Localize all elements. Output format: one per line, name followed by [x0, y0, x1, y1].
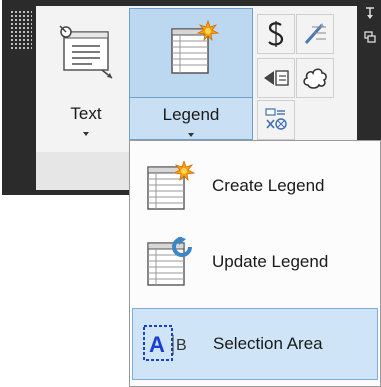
legend-dropdown-arrow-icon[interactable] — [188, 133, 194, 137]
wand-button[interactable] — [296, 14, 334, 54]
menu-item-update-legend[interactable]: Update Legend — [132, 227, 378, 299]
update-legend-icon — [147, 237, 192, 286]
text-icon — [59, 25, 113, 79]
legend-dropdown-menu: Create Legend Update Legend A B Selectio… — [129, 140, 381, 387]
wand-icon — [304, 23, 326, 44]
menu-item-label: Selection Area — [213, 334, 323, 353]
text-button-label: Text — [70, 104, 102, 123]
leader-arrow-icon — [264, 70, 289, 86]
label-tool-icon — [265, 108, 287, 130]
menu-item-create-legend[interactable]: Create Legend — [132, 151, 378, 223]
panel-grip[interactable] — [10, 10, 32, 50]
leader-arrow-button[interactable] — [257, 58, 295, 98]
panel-pin-icon[interactable] — [364, 6, 376, 22]
text-button[interactable]: Text — [44, 8, 128, 140]
svg-text:B: B — [176, 337, 187, 354]
menu-item-label: Create Legend — [212, 176, 325, 195]
create-legend-icon — [147, 161, 196, 210]
svg-text:A: A — [149, 332, 165, 357]
menu-item-label: Update Legend — [212, 252, 329, 271]
selection-area-icon: A B — [143, 325, 187, 361]
text-dropdown-arrow-icon[interactable] — [83, 132, 89, 136]
legend-button[interactable]: Legend — [129, 8, 253, 140]
cloud-icon — [303, 68, 327, 89]
legend-button-label: Legend — [162, 105, 220, 124]
revision-cloud-button[interactable] — [296, 58, 334, 98]
spelling-button[interactable] — [257, 14, 295, 54]
legend-icon — [171, 19, 220, 74]
panel-float-icon[interactable] — [364, 30, 376, 44]
spelling-icon — [268, 21, 284, 47]
menu-item-selection-area[interactable]: A B Selection Area — [132, 308, 378, 380]
label-tool-button[interactable] — [257, 100, 295, 140]
